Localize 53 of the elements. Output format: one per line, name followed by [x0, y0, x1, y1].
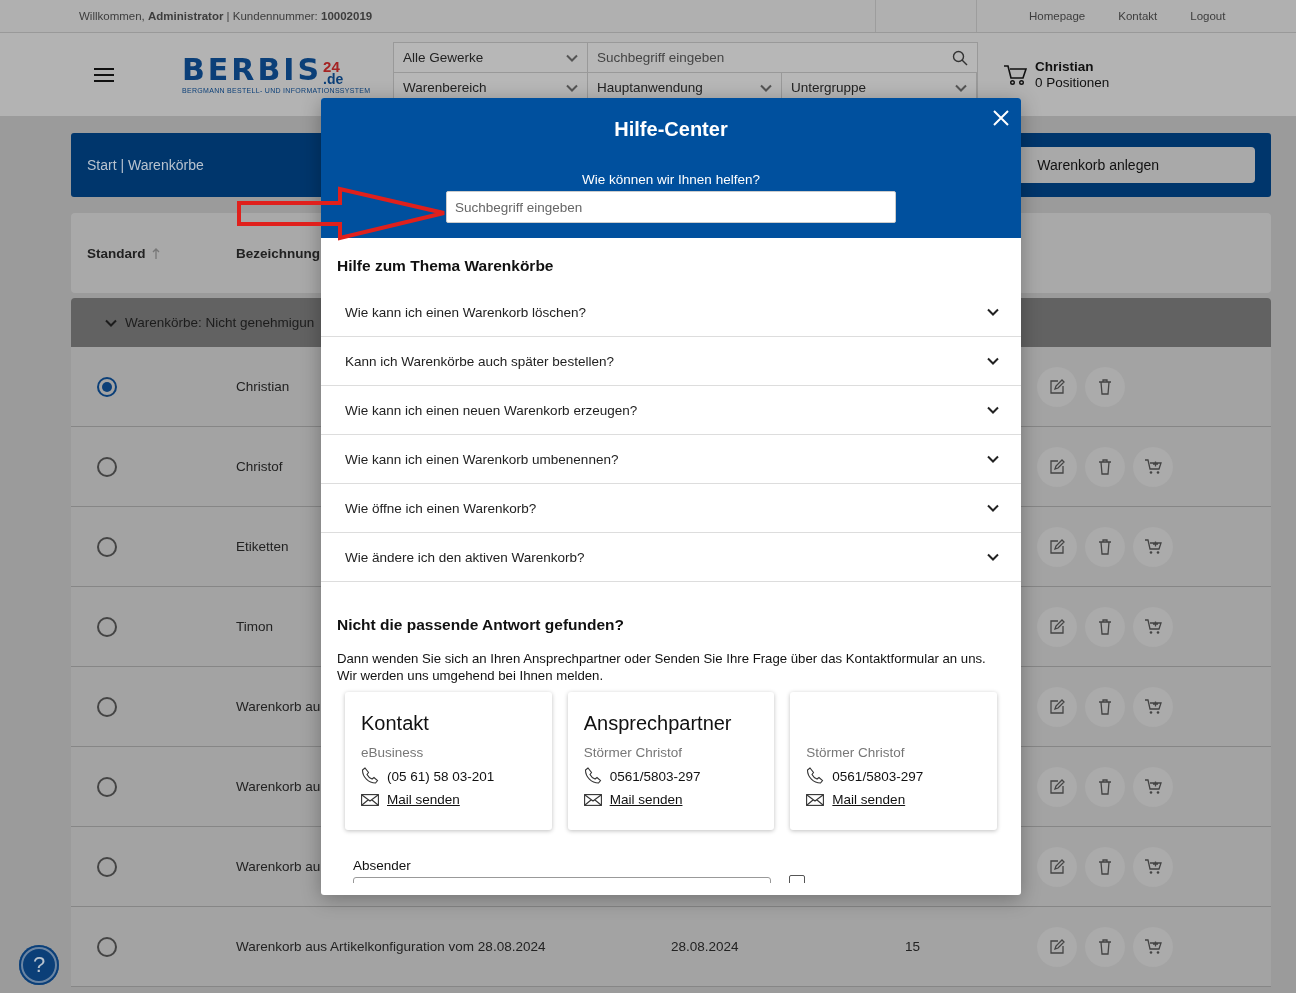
- sender-label: Absender: [353, 858, 412, 873]
- faq-question: Kann ich Warenkörbe auch später bestellen?: [345, 353, 614, 369]
- cart-count: 0 Positionen: [1035, 74, 1110, 91]
- cart-name: Christof: [236, 459, 283, 474]
- top-link[interactable]: Homepage: [1029, 10, 1086, 22]
- topic-heading: Hilfe zum Thema Warenkörbe: [337, 257, 555, 275]
- top-link[interactable]: Kontakt: [1118, 10, 1158, 22]
- phone-number: 0561/5803-297: [832, 768, 924, 784]
- card-title: Kontakt: [361, 712, 429, 734]
- contact-text: Dann wenden Sie sich an Ihren Ansprechpartner oder Senden Sie Ihre Frage über das Kontaktformular an uns. Wir werden uns umgehend bei Ihnen melden.: [337, 650, 987, 684]
- cart-name: Warenkorb aus Artikelkonfiguration vom 28.08.2024: [236, 939, 546, 954]
- faq-item[interactable]: Wie kann ich einen Warenkorb umbenennen?: [321, 435, 1021, 484]
- breadcrumb[interactable]: Start | Warenkörbe: [87, 157, 204, 173]
- mail-link[interactable]: Mail senden: [387, 792, 460, 807]
- faq-item[interactable]: Wie öffne ich einen Warenkorb?: [321, 484, 1021, 533]
- card-title: Ansprechpartner: [583, 712, 732, 734]
- trade-select[interactable]: Alle Gewerke: [394, 43, 588, 73]
- count-cell: 15: [905, 939, 921, 954]
- cart-name: Warenkorb au: [236, 859, 321, 874]
- cart-name: Warenkorb au: [236, 699, 321, 714]
- group-label: Warenkörbe: Nicht genehmigun: [125, 315, 315, 330]
- welcome-text: Willkommen, Administrator | Kundennummer: 10002019: [79, 10, 373, 22]
- faq-item[interactable]: Wie kann ich einen neuen Warenkorb erzeugen?: [321, 386, 1021, 435]
- cart-name: Warenkorb au: [236, 779, 321, 794]
- faq-item[interactable]: Wie ändere ich den aktiven Warenkorb?: [321, 533, 1021, 582]
- help-button[interactable]: ?: [19, 945, 59, 985]
- faq-item[interactable]: Wie kann ich einen Warenkorb löschen?: [321, 288, 1021, 337]
- contact-name: eBusiness: [361, 745, 424, 760]
- faq-item[interactable]: Kann ich Warenkörbe auch später bestellen?: [321, 337, 1021, 386]
- faq-question: Wie ändere ich den aktiven Warenkorb?: [345, 549, 585, 565]
- contact-name: Störmer Christof: [806, 745, 905, 760]
- search-field[interactable]: Suchbegriff eingeben: [588, 43, 977, 73]
- search-prompt: Wie können wir Ihnen helfen?: [582, 172, 760, 187]
- cart-name: Christian: [236, 379, 290, 394]
- cart-name: Timon: [236, 619, 273, 634]
- column-header[interactable]: Bezeichnung: [236, 245, 320, 261]
- top-link[interactable]: Logout: [1190, 10, 1226, 22]
- column-header[interactable]: Standard: [87, 245, 146, 261]
- dialog-title: Hilfe-Center: [614, 118, 728, 141]
- cart-user: Christian: [1035, 58, 1095, 75]
- faq-question: Wie kann ich einen Warenkorb löschen?: [345, 304, 587, 320]
- help-search-field[interactable]: Suchbegriff eingeben: [446, 191, 896, 223]
- mail-link[interactable]: Mail senden: [832, 792, 906, 807]
- phone-number: 0561/5803-297: [609, 768, 701, 784]
- faq-question: Wie kann ich einen Warenkorb umbenennen?: [345, 451, 619, 467]
- phone-number: (05 61) 58 03-201: [387, 768, 495, 784]
- contact-name: Störmer Christof: [583, 745, 682, 760]
- date-cell: 28.08.2024: [671, 939, 739, 954]
- contact-heading: Nicht die passende Antwort gefunden?: [337, 616, 626, 634]
- mail-link[interactable]: Mail senden: [609, 792, 683, 807]
- faq-question: Wie öffne ich einen Warenkorb?: [345, 500, 537, 516]
- cart-name: Etiketten: [236, 539, 289, 554]
- faq-question: Wie kann ich einen neuen Warenkorb erzeugen?: [345, 402, 638, 418]
